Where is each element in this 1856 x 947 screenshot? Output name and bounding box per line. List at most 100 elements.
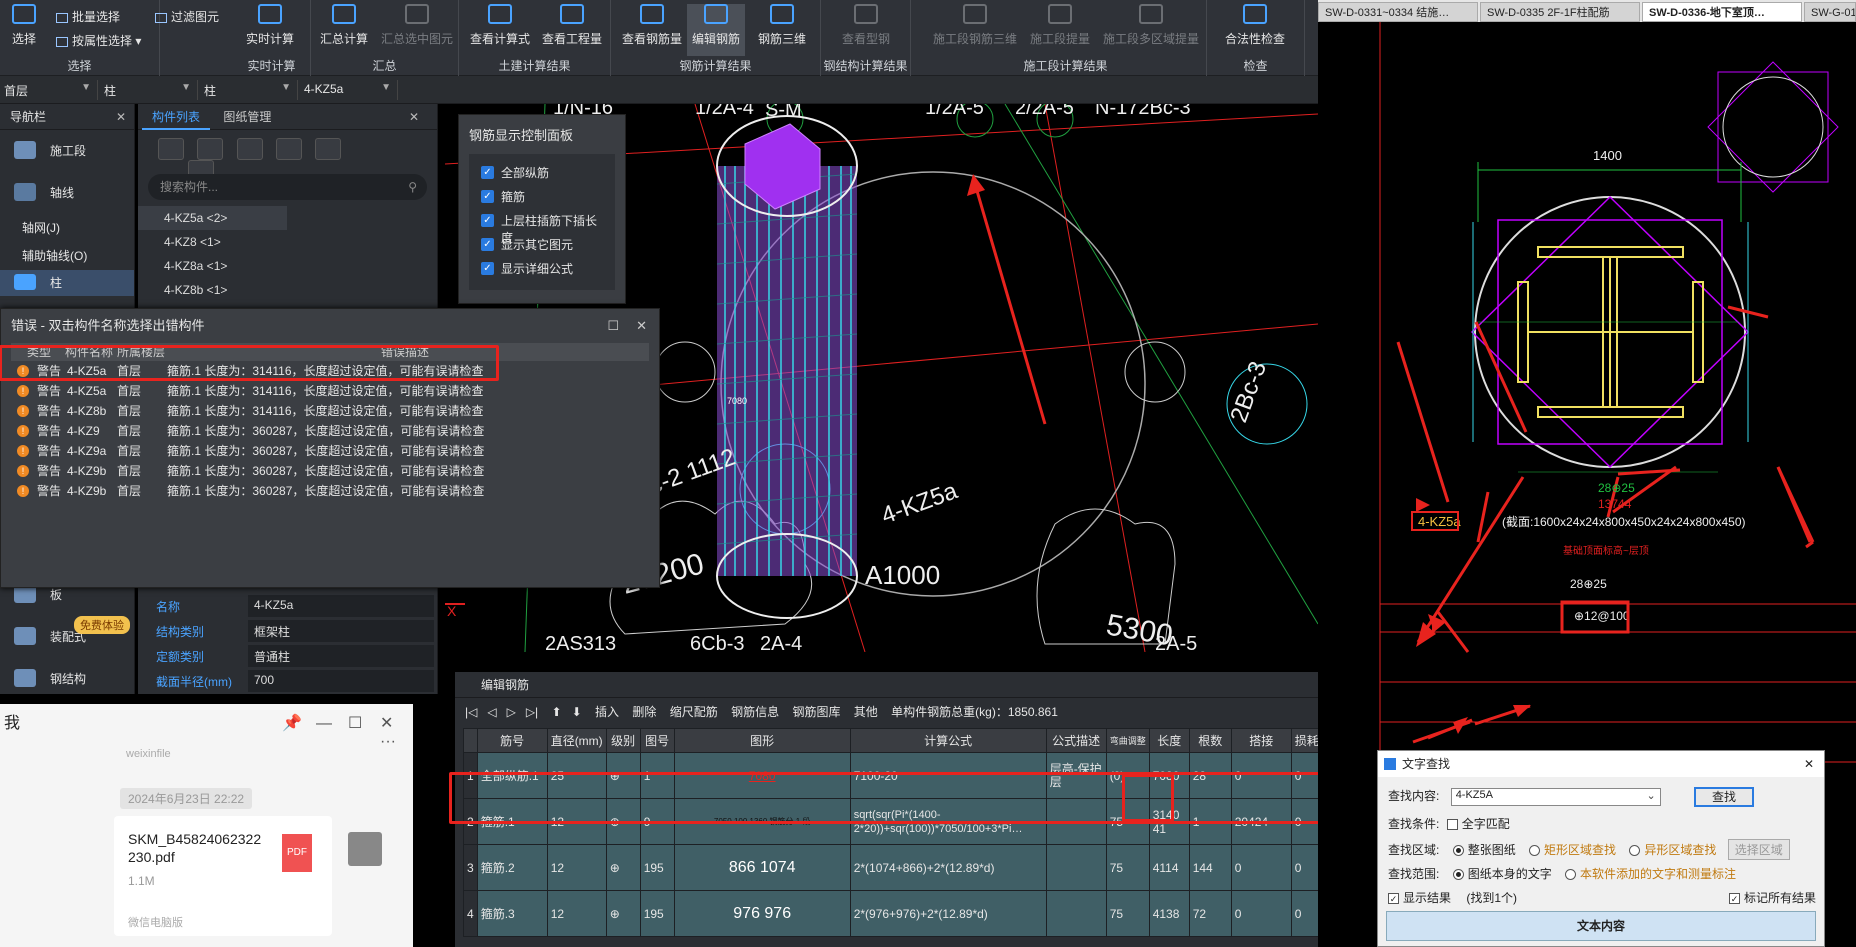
stage-icon: [14, 141, 36, 159]
close-icon[interactable]: ✕: [636, 309, 647, 343]
full-match-checkbox[interactable]: [1446, 819, 1458, 831]
type-select[interactable]: 柱 ▼: [100, 80, 198, 100]
checkbox-detail-formula[interactable]: ✓ 显示详细公式: [481, 260, 603, 278]
select-by-property-button[interactable]: 按属性选择 ▾: [56, 32, 141, 49]
component-item[interactable]: 4-KZ8b <1>: [138, 278, 437, 302]
view-quantity-button[interactable]: 查看工程量: [537, 4, 607, 47]
checkbox-stirrup[interactable]: ✓ 箍筋: [481, 188, 603, 206]
tab-drawing-management[interactable]: 图纸管理: [213, 104, 281, 130]
view-formula-button[interactable]: 查看计算式: [465, 4, 535, 47]
area-whole-radio[interactable]: [1452, 845, 1464, 857]
nav-item-axis[interactable]: 轴线: [0, 172, 134, 214]
summary-calc-button[interactable]: 汇总计算: [313, 4, 375, 47]
error-row[interactable]: ! 警告 4-KZ9a 首层 箍筋.1 长度为：360287，长度超过设定值，可能有误请…: [11, 441, 649, 461]
select-button[interactable]: 选择: [0, 4, 48, 47]
filter-elements-button[interactable]: 过滤图元: [155, 8, 235, 25]
copy-component-icon[interactable]: [197, 138, 224, 160]
batch-select-button[interactable]: 批量选择: [56, 8, 120, 25]
avatar[interactable]: [348, 832, 382, 866]
minimize-icon[interactable]: —: [316, 704, 332, 744]
component-item[interactable]: 4-KZ8a <1>: [138, 254, 437, 278]
close-icon[interactable]: ✕: [399, 104, 429, 130]
delete-component-icon[interactable]: [236, 138, 263, 160]
checkbox-upper-dowel[interactable]: ✓ 上层柱插筋下插长度: [481, 212, 603, 245]
legality-check-button[interactable]: 合法性检查: [1217, 4, 1293, 47]
last-icon[interactable]: ▷|: [526, 705, 538, 719]
show-result-checkbox[interactable]: ✓: [1388, 893, 1399, 905]
drawing-tab[interactable]: SW-D-0331~0334 结施…: [1318, 2, 1478, 22]
component-item[interactable]: 4-KZ5a <2>: [138, 206, 287, 230]
component-item[interactable]: 4-KZ8 <1>: [138, 230, 437, 254]
subtype-select[interactable]: 柱 ▼: [200, 80, 298, 100]
component-select[interactable]: 4-KZ5a ▼: [300, 80, 398, 100]
checkbox-all-longitudinal[interactable]: ✓ 全部纵筋: [481, 164, 603, 182]
area-shape-radio[interactable]: [1629, 845, 1641, 857]
save-icon[interactable]: [315, 138, 342, 160]
view-rebar-qty-button[interactable]: 查看钢筋量: [619, 4, 685, 47]
pin-icon[interactable]: 📌: [282, 704, 302, 744]
error-row[interactable]: ! 警告 4-KZ8b 首层 箍筋.1 长度为：314116，长度超过设定值，可能有误请…: [11, 401, 649, 421]
scope-drawing-radio[interactable]: [1452, 869, 1464, 881]
prop-value[interactable]: 框架柱: [248, 620, 434, 642]
edit-rebar-button[interactable]: 编辑钢筋: [687, 4, 745, 56]
drawing-tab[interactable]: SW-D-0336-地下室顶…: [1642, 2, 1802, 22]
check-icon: [1243, 4, 1267, 24]
rebar-info-button[interactable]: 钢筋信息: [731, 705, 779, 719]
stage-rebar-3d-button[interactable]: 施工段钢筋三维: [925, 4, 1025, 47]
select-area-button[interactable]: 选择区域: [1727, 839, 1790, 860]
drawing-tab[interactable]: SW-G-0101: [1804, 2, 1856, 22]
prop-value[interactable]: 4-KZ5a: [248, 595, 434, 617]
mark-all-checkbox[interactable]: ✓: [1728, 893, 1740, 905]
axis-label: N-172Bc-3: [1095, 104, 1191, 119]
nav-sub-grid[interactable]: 轴网(J): [0, 214, 134, 242]
area-rect-radio[interactable]: [1529, 845, 1541, 857]
new-component-icon[interactable]: [158, 138, 184, 160]
move-up-icon[interactable]: ⬆: [552, 705, 562, 719]
nav-item-column[interactable]: 柱: [0, 270, 134, 296]
layer-copy-icon[interactable]: [276, 138, 303, 160]
search-content-input[interactable]: 4-KZ5A ⌄: [1450, 788, 1661, 806]
tab-component-list[interactable]: 构件列表: [142, 104, 211, 130]
first-icon[interactable]: |◁: [465, 705, 477, 719]
move-down-icon[interactable]: ⬇: [572, 705, 582, 719]
error-row[interactable]: ! 警告 4-KZ9 首层 箍筋.1 长度为：360287，长度超过设定值，可能有误请检…: [11, 421, 649, 441]
summary-selected-button[interactable]: 汇总选中图元: [377, 4, 457, 47]
rebar-3d-button[interactable]: 钢筋三维: [749, 4, 815, 47]
nav-item-steel[interactable]: 钢结构: [0, 658, 134, 700]
close-icon[interactable]: ✕: [116, 104, 126, 130]
checkbox-other-elements[interactable]: ✓ 显示其它图元: [481, 236, 603, 254]
maximize-icon[interactable]: ☐: [607, 309, 619, 343]
drawing-tab[interactable]: SW-D-0335 2F-1F柱配筋: [1480, 2, 1640, 22]
prop-value[interactable]: 普通柱: [248, 645, 434, 667]
error-dialog-title: 错误 - 双击构件名称选择出错构件 ☐ ✕: [1, 309, 659, 343]
error-row[interactable]: ! 警告 4-KZ9b 首层 箍筋.1 长度为：360287，长度超过设定值，可能有误请…: [11, 461, 649, 481]
table-row[interactable]: 3 箍筋.2 12 ⊕ 195 866 1074 2*(1074+866)+2*(12.8…: [463, 844, 1323, 891]
more-icon[interactable]: ···: [380, 722, 396, 762]
stage-multi-extract-button[interactable]: 施工段多区域提量: [1097, 4, 1205, 47]
nav-item-stage[interactable]: 施工段: [0, 130, 134, 172]
error-row[interactable]: ! 警告 4-KZ9b 首层 箍筋.1 长度为：360287，长度超过设定值，可能有误请…: [11, 481, 649, 501]
error-row[interactable]: ! 警告 4-KZ5a 首层 箍筋.1 长度为：314116，长度超过设定值，可能有误请…: [11, 381, 649, 401]
insert-button[interactable]: 插入: [595, 705, 619, 719]
delete-button[interactable]: 删除: [632, 705, 656, 719]
prop-value[interactable]: 700: [248, 670, 434, 692]
formula-icon: [488, 4, 512, 24]
component-search-input[interactable]: 搜索构件... ⚲: [148, 174, 427, 200]
scope-software-radio[interactable]: [1565, 869, 1577, 881]
find-button[interactable]: 查找: [1694, 787, 1755, 807]
file-message[interactable]: SKM_B45824062322230.pdf 1.1M PDF 微信电脑版: [114, 816, 332, 936]
nav-sub-aux-axis[interactable]: 辅助轴线(O): [0, 242, 134, 270]
view-steel-button[interactable]: 查看型钢: [833, 4, 899, 47]
result-column-header[interactable]: 文本内容: [1386, 911, 1816, 941]
prev-icon[interactable]: ◁: [487, 705, 496, 719]
maximize-icon[interactable]: ☐: [348, 704, 362, 744]
stage-extract-button[interactable]: 施工段提量: [1025, 4, 1095, 47]
floor-select[interactable]: 首层 ▼: [0, 80, 98, 100]
close-icon[interactable]: ✕: [1804, 751, 1814, 777]
table-row[interactable]: 4 箍筋.3 12 ⊕ 195 976 976 2*(976+976)+2*(12.89*…: [463, 890, 1323, 937]
rebar-library-button[interactable]: 钢筋图库: [792, 705, 840, 719]
realtime-calc-button[interactable]: 实时计算: [239, 4, 301, 47]
next-icon[interactable]: ▷: [507, 705, 516, 719]
scale-rebar-button[interactable]: 缩尺配筋: [670, 705, 718, 719]
other-button[interactable]: 其他: [854, 705, 878, 719]
